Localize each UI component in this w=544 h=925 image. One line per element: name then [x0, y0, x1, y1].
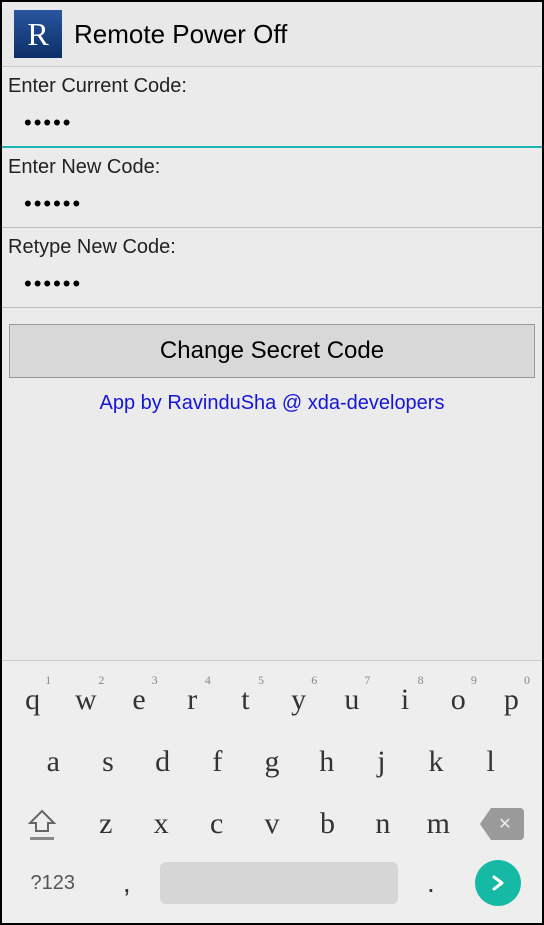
- shift-icon: [28, 809, 56, 835]
- enter-key[interactable]: [464, 860, 532, 906]
- backspace-icon: [480, 808, 524, 840]
- key-t[interactable]: t5: [219, 671, 272, 729]
- kb-row-2: asdfghjkl: [6, 733, 538, 791]
- key-z[interactable]: z: [78, 795, 133, 853]
- kb-row-1: q1w2e3r4t5y6u7i8o9p0: [6, 671, 538, 729]
- enter-icon: [475, 860, 521, 906]
- key-f[interactable]: f: [190, 733, 245, 791]
- label-retype-code: Retype New Code:: [2, 228, 542, 261]
- soft-keyboard: q1w2e3r4t5y6u7i8o9p0 asdfghjkl zxcvbnm ?…: [2, 660, 542, 923]
- label-new-code: Enter New Code:: [2, 148, 542, 181]
- key-num-9: 9: [471, 673, 477, 688]
- key-num-8: 8: [418, 673, 424, 688]
- key-k[interactable]: k: [409, 733, 464, 791]
- key-p[interactable]: p0: [485, 671, 538, 729]
- content-area: Enter Current Code: Enter New Code: Rety…: [2, 67, 542, 421]
- key-num-3: 3: [152, 673, 158, 688]
- change-secret-code-button[interactable]: Change Secret Code: [9, 324, 535, 378]
- input-new-code[interactable]: [2, 181, 542, 228]
- key-a[interactable]: a: [26, 733, 81, 791]
- key-q[interactable]: q1: [6, 671, 59, 729]
- key-e[interactable]: e3: [112, 671, 165, 729]
- key-l[interactable]: l: [463, 733, 518, 791]
- key-i[interactable]: i8: [378, 671, 431, 729]
- key-u[interactable]: u7: [325, 671, 378, 729]
- key-j[interactable]: j: [354, 733, 409, 791]
- key-num-6: 6: [311, 673, 317, 688]
- key-num-2: 2: [98, 673, 104, 688]
- app-icon: R: [14, 10, 62, 58]
- kb-row-3: zxcvbnm: [6, 795, 538, 853]
- key-num-4: 4: [205, 673, 211, 688]
- kb-row-4: ?123 , .: [6, 857, 538, 909]
- key-w[interactable]: w2: [59, 671, 112, 729]
- spacer: [2, 421, 542, 660]
- key-o[interactable]: o9: [432, 671, 485, 729]
- input-current-code[interactable]: [2, 100, 542, 148]
- backspace-key[interactable]: [466, 808, 538, 840]
- key-b[interactable]: b: [300, 795, 355, 853]
- key-g[interactable]: g: [245, 733, 300, 791]
- input-retype-code[interactable]: [2, 261, 542, 308]
- key-s[interactable]: s: [81, 733, 136, 791]
- key-num-7: 7: [364, 673, 370, 688]
- key-num-1: 1: [45, 673, 51, 688]
- app-title: Remote Power Off: [74, 19, 287, 50]
- key-num-5: 5: [258, 673, 264, 688]
- key-h[interactable]: h: [299, 733, 354, 791]
- key-v[interactable]: v: [244, 795, 299, 853]
- key-m[interactable]: m: [411, 795, 466, 853]
- credit-text: App by RavinduSha @ xda-developers: [2, 386, 542, 421]
- shift-key[interactable]: [6, 809, 78, 840]
- symbols-key[interactable]: ?123: [12, 858, 94, 909]
- label-current-code: Enter Current Code:: [2, 67, 542, 100]
- comma-key[interactable]: ,: [100, 857, 154, 909]
- space-key[interactable]: [160, 862, 398, 904]
- key-n[interactable]: n: [355, 795, 410, 853]
- app-header: R Remote Power Off: [2, 2, 542, 67]
- key-c[interactable]: c: [189, 795, 244, 853]
- key-y[interactable]: y6: [272, 671, 325, 729]
- period-key[interactable]: .: [404, 857, 458, 909]
- key-x[interactable]: x: [133, 795, 188, 853]
- key-r[interactable]: r4: [166, 671, 219, 729]
- key-num-0: 0: [524, 673, 530, 688]
- key-d[interactable]: d: [135, 733, 190, 791]
